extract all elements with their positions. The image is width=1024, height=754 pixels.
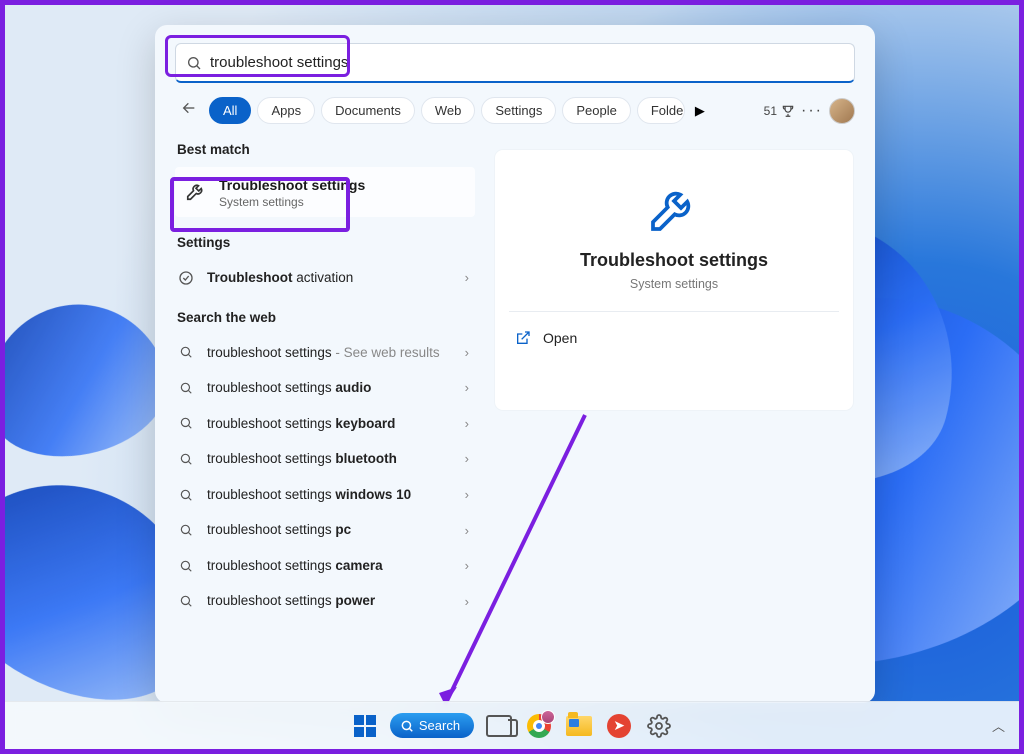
web-result-pc[interactable]: troubleshoot settings pc › xyxy=(175,512,475,548)
filter-apps[interactable]: Apps xyxy=(257,97,315,124)
filter-folders[interactable]: Folders xyxy=(637,97,685,124)
search-icon xyxy=(177,345,195,359)
start-button[interactable] xyxy=(350,711,380,741)
chevron-right-icon: › xyxy=(465,270,469,285)
taskbar: Search ➤ xyxy=(5,701,1019,749)
web-result-camera[interactable]: troubleshoot settings camera › xyxy=(175,548,475,584)
settings-taskbar-icon[interactable] xyxy=(644,711,674,741)
settings-troubleshoot-activation[interactable]: Troubleshoot activation › xyxy=(175,260,475,296)
best-match-subtitle: System settings xyxy=(219,195,365,209)
section-best-match: Best match xyxy=(177,142,475,157)
detail-card: Troubleshoot settings System settings Op… xyxy=(495,150,853,410)
web-result-audio[interactable]: troubleshoot settings audio › xyxy=(175,370,475,406)
web-result-bluetooth[interactable]: troubleshoot settings bluetooth › xyxy=(175,441,475,477)
user-avatar[interactable] xyxy=(829,98,855,124)
search-icon xyxy=(177,488,195,502)
wrench-icon xyxy=(185,180,209,207)
chevron-right-icon: › xyxy=(465,451,469,466)
taskbar-search-button[interactable]: Search xyxy=(390,713,474,738)
web-result-power[interactable]: troubleshoot settings power › xyxy=(175,583,475,619)
search-panel: All Apps Documents Web Settings People F… xyxy=(155,25,875,703)
search-icon xyxy=(177,559,195,573)
chevron-right-icon: › xyxy=(465,416,469,431)
section-search-web: Search the web xyxy=(177,310,475,325)
rewards-count[interactable]: 51 xyxy=(764,104,795,118)
chevron-right-icon: › xyxy=(465,523,469,538)
chevron-right-icon: › xyxy=(465,558,469,573)
search-icon xyxy=(400,719,414,733)
filter-documents[interactable]: Documents xyxy=(321,97,415,124)
web-result-see-web[interactable]: troubleshoot settings - See web results … xyxy=(175,335,475,371)
web-result-keyboard[interactable]: troubleshoot settings keyboard › xyxy=(175,406,475,442)
chevron-right-icon: › xyxy=(465,487,469,502)
search-icon xyxy=(177,452,195,466)
divider xyxy=(509,311,839,312)
filter-more-icon[interactable]: ▶ xyxy=(695,103,705,119)
filter-settings[interactable]: Settings xyxy=(481,97,556,124)
detail-subtitle: System settings xyxy=(513,277,835,291)
chevron-right-icon: › xyxy=(465,594,469,609)
best-match-title: Troubleshoot settings xyxy=(219,177,365,193)
filter-all[interactable]: All xyxy=(209,97,251,124)
chevron-right-icon: › xyxy=(465,345,469,360)
search-icon xyxy=(177,594,195,608)
open-action[interactable]: Open xyxy=(513,324,835,352)
more-options-icon[interactable]: ··· xyxy=(801,102,823,120)
trophy-icon xyxy=(781,104,795,118)
search-box[interactable] xyxy=(175,43,855,83)
search-icon xyxy=(186,55,202,71)
detail-title: Troubleshoot settings xyxy=(513,250,835,271)
task-view-button[interactable] xyxy=(484,711,514,741)
back-button[interactable] xyxy=(175,100,203,121)
search-input[interactable] xyxy=(210,54,844,71)
file-explorer-taskbar-icon[interactable] xyxy=(564,711,594,741)
search-icon xyxy=(177,416,195,430)
web-result-windows10[interactable]: troubleshoot settings windows 10 › xyxy=(175,477,475,513)
search-icon xyxy=(177,523,195,537)
tray-chevron-up-icon[interactable]: ︿ xyxy=(992,716,1005,735)
section-settings: Settings xyxy=(177,235,475,250)
filter-web[interactable]: Web xyxy=(421,97,476,124)
check-circle-icon xyxy=(177,270,195,286)
search-icon xyxy=(177,381,195,395)
wrench-icon xyxy=(513,180,835,236)
chrome-taskbar-icon[interactable] xyxy=(524,711,554,741)
best-match-result[interactable]: Troubleshoot settings System settings xyxy=(175,167,475,217)
todoist-taskbar-icon[interactable]: ➤ xyxy=(604,711,634,741)
chevron-right-icon: › xyxy=(465,380,469,395)
filter-people[interactable]: People xyxy=(562,97,630,124)
open-icon xyxy=(515,330,531,346)
